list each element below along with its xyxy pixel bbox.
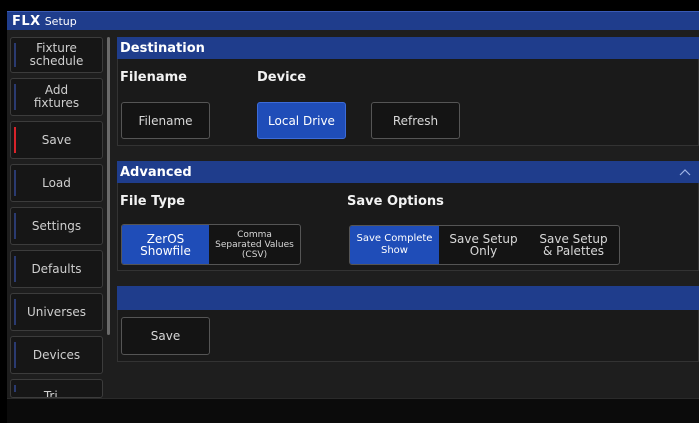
sidebar-item-load[interactable]: Load bbox=[10, 164, 103, 202]
file-type-csv-option[interactable]: Comma Separated Values (CSV) bbox=[209, 225, 300, 264]
app-logo: FLX bbox=[12, 13, 41, 29]
destination-header: Destination bbox=[117, 37, 699, 59]
advanced-title: Advanced bbox=[120, 164, 192, 180]
title-bar: FLX Setup bbox=[7, 11, 699, 30]
filename-label: Filename bbox=[120, 70, 187, 85]
sidebar-scrollbar[interactable] bbox=[107, 37, 110, 335]
save-options-selector: Save Complete Show Save Setup Only Save … bbox=[349, 225, 620, 265]
nav-marker bbox=[14, 342, 16, 368]
save-option-complete-show[interactable]: Save Complete Show bbox=[350, 226, 439, 264]
sidebar-item-label: Settings bbox=[31, 218, 82, 233]
sidebar-item-label: Save bbox=[41, 132, 72, 147]
nav-marker bbox=[14, 256, 16, 282]
active-marker bbox=[14, 127, 16, 153]
nav-marker bbox=[14, 385, 16, 392]
sidebar-item-label: Tri... bbox=[43, 389, 70, 398]
sidebar-item-devices[interactable]: Devices bbox=[10, 336, 103, 374]
sidebar-item-label: Defaults bbox=[31, 261, 82, 276]
refresh-button[interactable]: Refresh bbox=[371, 102, 460, 139]
chevron-up-icon[interactable] bbox=[679, 166, 691, 178]
advanced-header: Advanced bbox=[117, 161, 699, 183]
nav-marker bbox=[14, 43, 16, 67]
sidebar-item-label: Devices bbox=[32, 347, 81, 362]
destination-title: Destination bbox=[120, 40, 205, 56]
device-label: Device bbox=[257, 70, 307, 85]
window-title: Setup bbox=[44, 14, 77, 28]
sidebar-item-label: Universes bbox=[26, 304, 87, 319]
save-option-setup-palettes[interactable]: Save Setup & Palettes bbox=[528, 226, 619, 264]
device-local-drive-button[interactable]: Local Drive bbox=[257, 102, 346, 139]
nav-marker bbox=[14, 84, 16, 110]
filename-button[interactable]: Filename bbox=[121, 102, 210, 139]
sidebar-item-save[interactable]: Save bbox=[10, 121, 103, 159]
sidebar-item-label: Fixture schedule bbox=[29, 41, 84, 68]
nav-marker bbox=[14, 170, 16, 196]
sidebar-item-label: Add fixtures bbox=[33, 83, 80, 110]
sidebar-item-defaults[interactable]: Defaults bbox=[10, 250, 103, 288]
save-options-label: Save Options bbox=[347, 194, 444, 209]
file-type-label: File Type bbox=[120, 194, 186, 209]
save-panel-header bbox=[117, 286, 699, 310]
status-bar bbox=[7, 398, 699, 423]
sidebar-item-fixture-schedule[interactable]: Fixture schedule bbox=[10, 37, 103, 73]
save-button[interactable]: Save bbox=[121, 317, 210, 355]
sidebar-item-universes[interactable]: Universes bbox=[10, 293, 103, 331]
sidebar-item-label: Load bbox=[42, 175, 71, 190]
sidebar-item-partial[interactable]: Tri... bbox=[10, 379, 103, 398]
setup-window: Fixture schedule Add fixtures Save Load … bbox=[7, 30, 699, 398]
sidebar-item-settings[interactable]: Settings bbox=[10, 207, 103, 245]
sidebar-item-add-fixtures[interactable]: Add fixtures bbox=[10, 78, 103, 116]
file-type-zeros-option[interactable]: ZerOS Showfile bbox=[122, 225, 209, 264]
save-option-setup-only[interactable]: Save Setup Only bbox=[439, 226, 528, 264]
nav-marker bbox=[14, 213, 16, 239]
file-type-selector: ZerOS Showfile Comma Separated Values (C… bbox=[121, 224, 301, 265]
nav-marker bbox=[14, 299, 16, 325]
